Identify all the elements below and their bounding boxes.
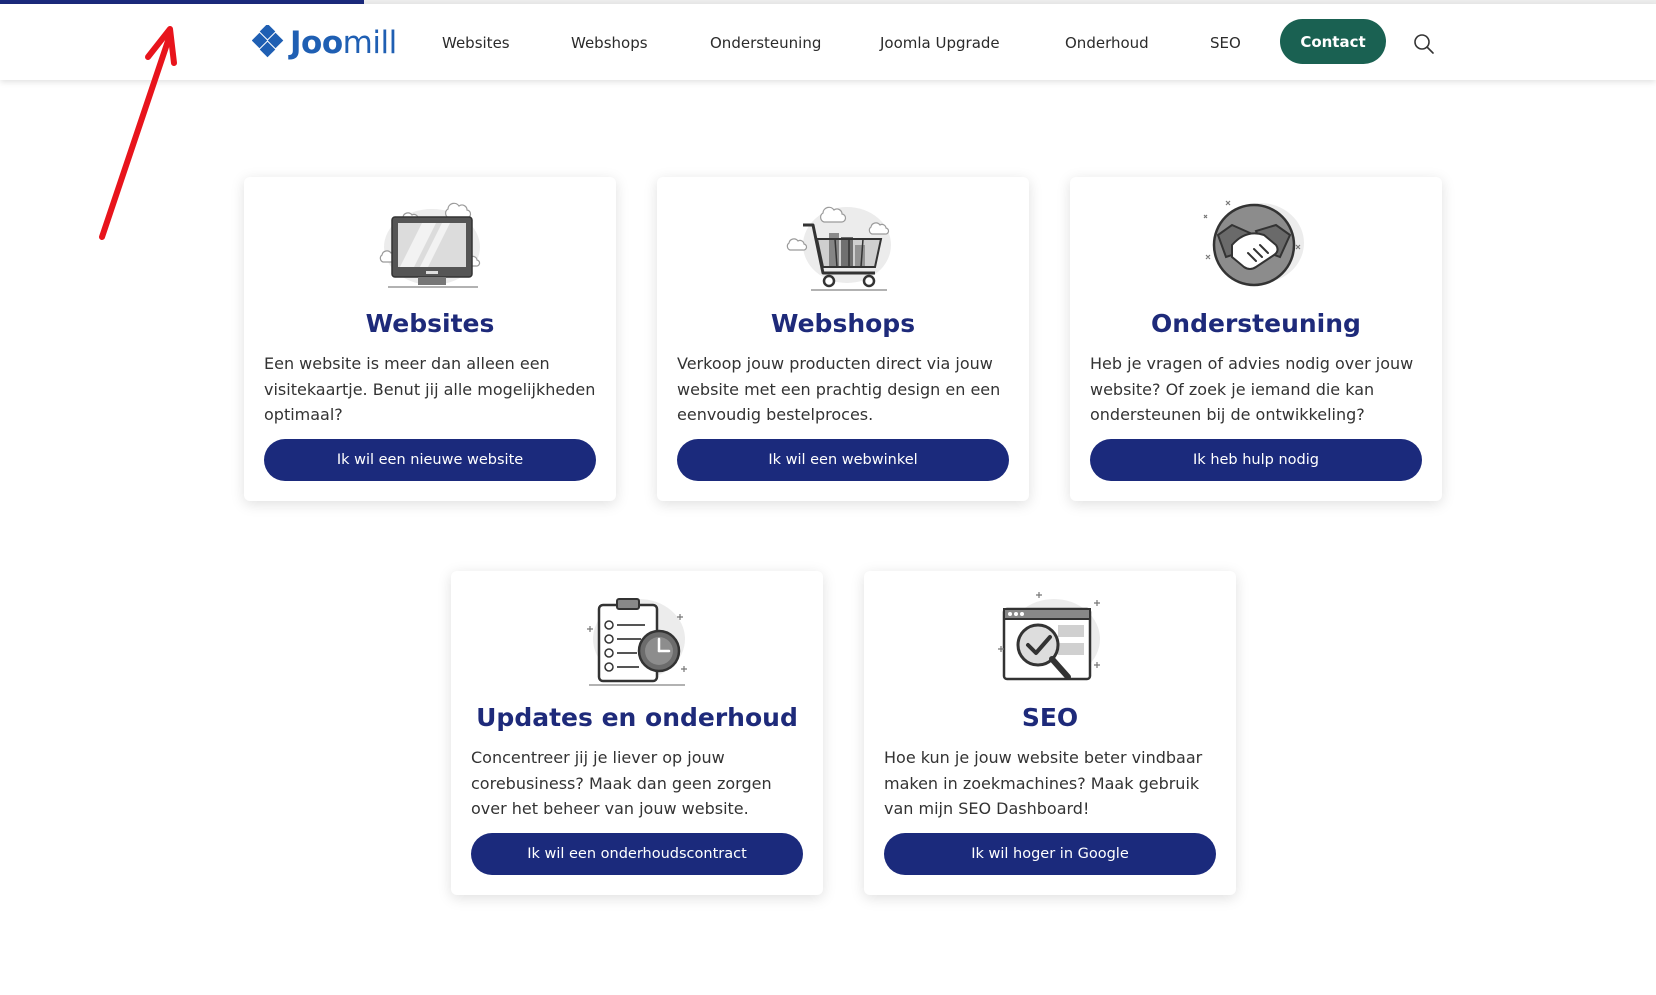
service-card-websites: Websites Een website is meer dan alleen … bbox=[244, 177, 616, 501]
maintenance-contract-button[interactable]: Ik wil een onderhoudscontract bbox=[471, 833, 803, 875]
card-description: Verkoop jouw producten direct via jouw w… bbox=[677, 354, 1001, 424]
help-button[interactable]: Ik heb hulp nodig bbox=[1090, 439, 1422, 481]
logo-text-light: mill bbox=[342, 24, 398, 61]
nav-ondersteuning[interactable]: Ondersteuning bbox=[710, 34, 821, 52]
contact-button[interactable]: Contact bbox=[1280, 19, 1386, 64]
card-title: Webshops bbox=[770, 309, 916, 338]
card-description: Hoe kun je jouw website beter vindbaar m… bbox=[884, 748, 1203, 818]
service-card-webshops: Webshops Verkoop jouw producten direct v… bbox=[657, 177, 1029, 501]
card-title: Ondersteuning bbox=[1151, 309, 1361, 338]
service-card-seo: SEO Hoe kun je jouw website beter vindba… bbox=[864, 571, 1236, 895]
search-icon[interactable] bbox=[1412, 32, 1436, 56]
nav-joomla-upgrade[interactable]: Joomla Upgrade bbox=[880, 34, 1000, 52]
card-title: SEO bbox=[1021, 703, 1079, 732]
service-card-ondersteuning: Ondersteuning Heb je vragen of advies no… bbox=[1070, 177, 1442, 501]
shopping-cart-icon bbox=[786, 206, 891, 291]
magnifier-check-icon bbox=[998, 592, 1100, 681]
card-title: Updates en onderhoud bbox=[476, 703, 798, 732]
service-card-onderhoud: Updates en onderhoud Concentreer jij je … bbox=[451, 571, 823, 895]
site-logo[interactable]: Joo mill bbox=[252, 22, 397, 64]
nav-webshops[interactable]: Webshops bbox=[571, 34, 648, 52]
new-website-button[interactable]: Ik wil een nieuwe website bbox=[264, 439, 596, 481]
annotation-arrow bbox=[99, 26, 177, 240]
logo-text-bold: Joo bbox=[290, 24, 343, 61]
clipboard-clock-icon bbox=[587, 598, 687, 686]
card-title: Websites bbox=[365, 309, 495, 338]
logo-diamond-icon bbox=[252, 25, 284, 58]
nav-websites[interactable]: Websites bbox=[442, 34, 510, 52]
site-header: Joo mill Websites Webshops Ondersteuning… bbox=[0, 4, 1656, 80]
nav-onderhoud[interactable]: Onderhoud bbox=[1065, 34, 1149, 52]
google-ranking-button[interactable]: Ik wil hoger in Google bbox=[884, 833, 1216, 875]
card-description: Heb je vragen of advies nodig over jouw … bbox=[1090, 354, 1414, 424]
monitor-icon bbox=[379, 202, 481, 288]
nav-seo[interactable]: SEO bbox=[1210, 34, 1241, 52]
handshake-icon bbox=[1203, 200, 1304, 287]
card-description: Een website is meer dan alleen een visit… bbox=[264, 354, 596, 424]
card-description: Concentreer jij je liever op jouw corebu… bbox=[471, 748, 772, 818]
webshop-button[interactable]: Ik wil een webwinkel bbox=[677, 439, 1009, 481]
